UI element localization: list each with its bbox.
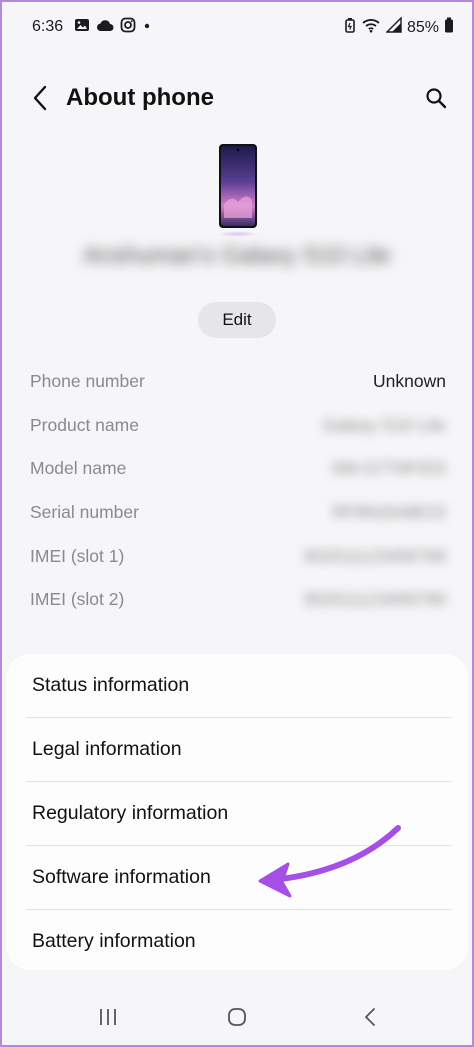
menu-item-battery-information[interactable]: Battery information (26, 910, 452, 973)
info-label: Serial number (30, 502, 139, 523)
wifi-icon (361, 17, 381, 38)
menu-item-label: Legal information (32, 738, 182, 760)
info-row-model-name: Model name SM-G770F/DS (30, 447, 446, 491)
info-label: Model name (30, 458, 127, 479)
info-row-product-name: Product name Galaxy S10 Lite (30, 404, 446, 448)
menu-item-label: Battery information (32, 930, 196, 952)
info-label: IMEI (slot 1) (30, 545, 125, 566)
back-button[interactable] (22, 82, 58, 118)
info-value: 352011123456790 (302, 589, 446, 610)
signal-icon (385, 16, 402, 38)
recents-icon (98, 1008, 118, 1031)
device-info-list: Phone number Unknown Product name Galaxy… (30, 360, 446, 622)
battery-percent: 85% (406, 18, 439, 36)
notification-icons (74, 17, 152, 38)
back-nav-button[interactable] (350, 1004, 390, 1034)
search-icon (425, 87, 447, 114)
chevron-left-icon (32, 85, 48, 116)
instagram-icon (120, 17, 136, 38)
battery-icon (444, 17, 454, 38)
menu-item-label: Status information (32, 674, 190, 696)
device-name: Anshuman's Galaxy S10 Lite (83, 242, 391, 269)
search-button[interactable] (418, 82, 454, 118)
menu-item-label: Regulatory information (32, 802, 229, 824)
header: About phone (2, 72, 472, 128)
status-right-icons: 85% (344, 16, 454, 38)
menu-item-legal-information[interactable]: Legal information (26, 718, 452, 781)
device-image (216, 142, 260, 238)
gallery-icon (74, 17, 90, 38)
info-value: SM-G770F/DS (331, 458, 446, 479)
info-value: RF8N20ABCD (332, 502, 446, 523)
info-value: 352011123456789 (302, 545, 446, 566)
back-icon (363, 1007, 377, 1032)
info-label: Phone number (30, 371, 145, 392)
navigation-bar (2, 992, 472, 1045)
info-row-imei-slot-2: IMEI (slot 2) 352011123456790 (30, 578, 446, 622)
info-row-phone-number: Phone number Unknown (30, 360, 446, 404)
info-row-imei-slot-1: IMEI (slot 1) 352011123456789 (30, 534, 446, 578)
info-row-serial-number: Serial number RF8N20ABCD (30, 491, 446, 535)
menu-item-label: Software information (32, 866, 211, 888)
info-value: Galaxy S10 Lite (322, 414, 446, 435)
home-button[interactable] (217, 1004, 257, 1034)
info-label: IMEI (slot 2) (30, 589, 125, 610)
dot-icon (142, 17, 152, 38)
status-bar: 6:36 85% (2, 2, 472, 50)
edit-button[interactable]: Edit (198, 302, 276, 338)
battery-saver-icon (344, 17, 356, 38)
screen: 6:36 85% About phone Anshuman's Galaxy S… (2, 2, 472, 1045)
info-value: Unknown (373, 371, 446, 392)
annotation-arrow-icon (258, 825, 401, 898)
page-title: About phone (66, 84, 214, 111)
home-icon (227, 1007, 247, 1032)
cloud-icon (96, 18, 114, 37)
info-label: Product name (30, 414, 139, 435)
recents-button[interactable] (88, 1004, 128, 1034)
menu-item-status-information[interactable]: Status information (26, 654, 452, 717)
status-time: 6:36 (32, 18, 64, 35)
